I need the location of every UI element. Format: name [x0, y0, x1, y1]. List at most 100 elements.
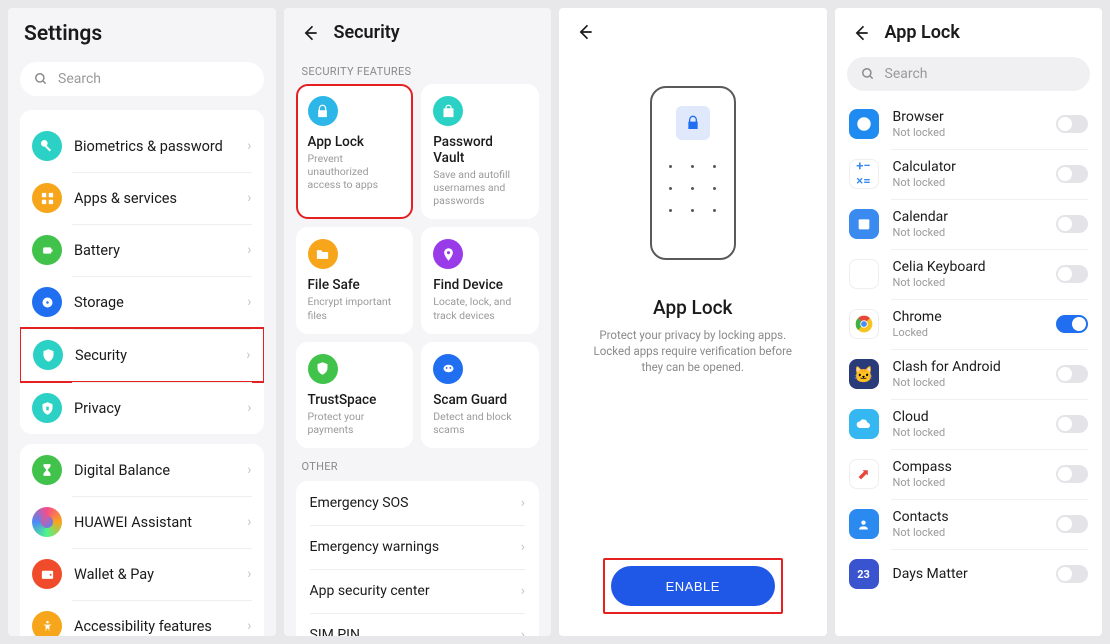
security-pane: Security SECURITY FEATURES App LockPreve… — [284, 8, 552, 636]
app-lock-toggle[interactable] — [1056, 215, 1088, 233]
app-name: Calendar — [893, 209, 1043, 225]
search-input[interactable]: Search — [20, 62, 264, 96]
other-item-emergency-sos[interactable]: Emergency SOS › — [296, 481, 540, 525]
enable-button[interactable]: ENABLE — [611, 566, 775, 606]
chevron-right-icon: › — [247, 242, 251, 258]
app-row-browser: BrowserNot locked — [835, 99, 1103, 149]
lock-icon — [676, 106, 710, 140]
settings-item-battery[interactable]: Battery› — [20, 224, 264, 276]
other-item-app-security-center[interactable]: App security center› — [296, 569, 540, 613]
card-title: TrustSpace — [308, 392, 402, 408]
security-card-password-vault[interactable]: Password VaultSave and autofill username… — [421, 84, 539, 219]
security-header: Security — [284, 8, 552, 53]
applock-intro-pane: App Lock Protect your privacy by locking… — [559, 8, 827, 636]
app-name: Browser — [893, 109, 1043, 125]
search-input[interactable]: Search — [847, 57, 1091, 91]
other-item-label: SIM PIN — [310, 627, 360, 636]
back-arrow-icon[interactable] — [851, 23, 871, 43]
app-lock-toggle[interactable] — [1056, 415, 1088, 433]
applock-intro-body: App Lock Protect your privacy by locking… — [559, 52, 827, 636]
app-status: Not locked — [893, 126, 1043, 139]
chevron-right-icon: › — [521, 539, 525, 555]
settings-item-label: Storage — [74, 294, 235, 311]
phone-illustration — [650, 86, 736, 260]
app-lock-toggle[interactable] — [1056, 315, 1088, 333]
app-row-compass: ⬈ CompassNot locked — [835, 449, 1103, 499]
compass-icon: ⬈ — [849, 459, 879, 489]
app-row-chrome: ChromeLocked — [835, 299, 1103, 349]
card-subtitle: Save and autofill usernames and password… — [433, 168, 527, 207]
cal-icon — [849, 209, 879, 239]
security-card-file-safe[interactable]: File SafeEncrypt important files — [296, 227, 414, 333]
security-card-find-device[interactable]: Find DeviceLocate, lock, and track devic… — [421, 227, 539, 333]
app-row-calculator: +−×=CalculatorNot locked — [835, 149, 1103, 199]
chevron-right-icon: › — [247, 618, 251, 634]
other-item-sim-pin[interactable]: SIM PIN › — [296, 613, 540, 636]
contact-icon — [849, 509, 879, 539]
back-arrow-icon[interactable] — [300, 23, 320, 43]
app-name: Calculator — [893, 159, 1043, 175]
chevron-right-icon: › — [247, 138, 251, 154]
settings-header: Settings — [8, 8, 276, 56]
settings-item-digital-balance[interactable]: Digital Balance › — [20, 444, 264, 496]
cloud-icon — [849, 409, 879, 439]
card-subtitle: Protect your payments — [308, 410, 402, 436]
security-card-scam-guard[interactable]: Scam GuardDetect and block scams — [421, 342, 539, 448]
settings-item-wallet-pay[interactable]: Wallet & Pay› — [20, 548, 264, 600]
settings-item-privacy[interactable]: Privacy› — [20, 382, 264, 434]
app-name: Compass — [893, 459, 1043, 475]
calc-icon: +−×= — [849, 159, 879, 189]
settings-item-huawei-assistant[interactable]: HUAWEI Assistant› — [20, 496, 264, 548]
card-title: Password Vault — [433, 134, 527, 166]
chevron-right-icon: › — [247, 462, 251, 478]
back-arrow-icon[interactable] — [575, 22, 595, 42]
chevron-right-icon: › — [521, 627, 525, 636]
app-lock-toggle[interactable] — [1056, 265, 1088, 283]
security-card-trustspace[interactable]: TrustSpace Protect your payments — [296, 342, 414, 448]
other-item-label: App security center — [310, 583, 430, 599]
settings-item-label: Biometrics & password — [74, 138, 235, 155]
search-icon — [34, 72, 48, 86]
chevron-right-icon: › — [247, 514, 251, 530]
other-item-emergency-warnings[interactable]: Emergency warnings› — [296, 525, 540, 569]
app-lock-toggle[interactable] — [1056, 515, 1088, 533]
settings-item-label: Apps & services — [74, 190, 235, 207]
settings-item-label: Privacy — [74, 400, 235, 417]
privacy-icon — [32, 393, 62, 423]
app-status: Not locked — [893, 476, 1043, 489]
applock-intro-header — [559, 8, 827, 52]
app-lock-toggle[interactable] — [1056, 115, 1088, 133]
settings-item-security[interactable]: Security› — [20, 327, 264, 383]
card-title: App Lock — [308, 134, 402, 150]
app-list: BrowserNot locked+−×=CalculatorNot locke… — [835, 99, 1103, 599]
app-lock-toggle[interactable] — [1056, 365, 1088, 383]
security-card-app-lock[interactable]: App LockPrevent unauthorized access to a… — [296, 84, 414, 219]
assistant-icon — [32, 507, 62, 537]
card-title: Scam Guard — [433, 392, 527, 408]
app-name: Celia Keyboard — [893, 259, 1043, 275]
chevron-right-icon: › — [247, 294, 251, 310]
clash-icon: 🐱 — [849, 359, 879, 389]
key-icon — [32, 131, 62, 161]
chevron-right-icon: › — [521, 495, 525, 511]
settings-group-1: Biometrics & password›Apps & services›Ba… — [20, 110, 264, 434]
app-lock-toggle[interactable] — [1056, 565, 1088, 583]
security-feature-grid: App LockPrevent unauthorized access to a… — [284, 84, 552, 448]
app-status: Not locked — [893, 276, 1043, 289]
app-name: Cloud — [893, 409, 1043, 425]
app-name: Clash for Android — [893, 359, 1043, 375]
app-lock-toggle[interactable] — [1056, 165, 1088, 183]
settings-item-label: Digital Balance — [74, 462, 235, 479]
settings-item-storage[interactable]: Storage › — [20, 276, 264, 328]
enable-button-highlight: ENABLE — [603, 558, 783, 614]
other-item-label: Emergency SOS — [310, 495, 409, 511]
security-other-list: Emergency SOS›Emergency warnings›App sec… — [296, 481, 540, 636]
settings-item-biometrics-password[interactable]: Biometrics & password › — [20, 120, 264, 172]
settings-item-accessibility-features[interactable]: Accessibility features › — [20, 600, 264, 636]
app-name: Chrome — [893, 309, 1043, 325]
app-status: Not locked — [893, 426, 1043, 439]
battery-icon — [32, 235, 62, 265]
settings-item-apps-services[interactable]: Apps & services› — [20, 172, 264, 224]
settings-item-label: Accessibility features — [74, 618, 235, 635]
app-lock-toggle[interactable] — [1056, 465, 1088, 483]
